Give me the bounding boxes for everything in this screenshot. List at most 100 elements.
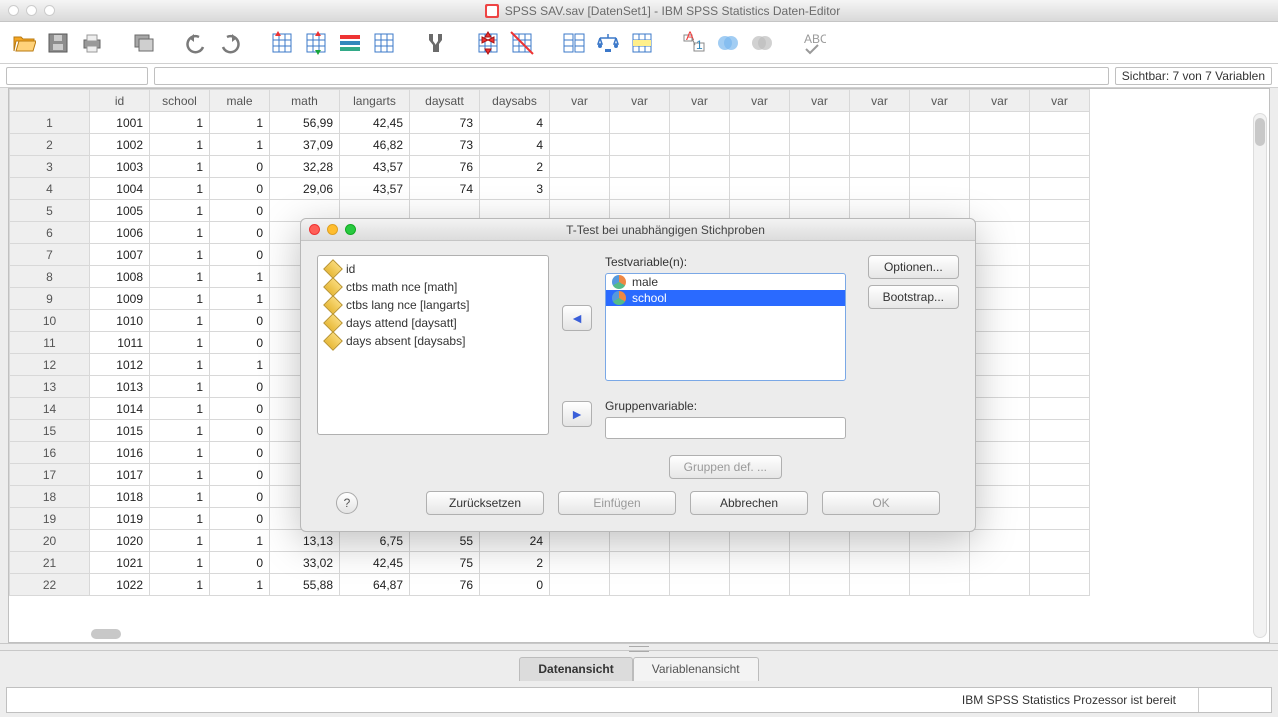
data-cell[interactable]: 0: [210, 178, 270, 200]
data-cell[interactable]: 46,82: [340, 134, 410, 156]
insert-case-button[interactable]: [474, 29, 502, 57]
test-variable-list[interactable]: maleschool: [605, 273, 846, 381]
data-cell[interactable]: 1: [150, 178, 210, 200]
data-cell[interactable]: 2: [480, 552, 550, 574]
data-cell[interactable]: [730, 156, 790, 178]
data-cell[interactable]: [1030, 288, 1090, 310]
data-cell[interactable]: 1: [150, 332, 210, 354]
data-cell[interactable]: [730, 530, 790, 552]
undo-button[interactable]: [182, 29, 210, 57]
row-header[interactable]: 10: [10, 310, 90, 332]
data-cell[interactable]: 1: [150, 310, 210, 332]
data-cell[interactable]: [970, 530, 1030, 552]
row-header[interactable]: 21: [10, 552, 90, 574]
data-cell[interactable]: 1: [150, 442, 210, 464]
column-header[interactable]: var: [610, 90, 670, 112]
data-cell[interactable]: [610, 112, 670, 134]
row-header[interactable]: 2: [10, 134, 90, 156]
horizontal-scrollbar[interactable]: [91, 628, 1249, 640]
data-cell[interactable]: [910, 134, 970, 156]
data-cell[interactable]: [610, 156, 670, 178]
data-cell[interactable]: [730, 574, 790, 596]
data-cell[interactable]: [1030, 134, 1090, 156]
data-cell[interactable]: [850, 552, 910, 574]
tab-variable-view[interactable]: Variablenansicht: [633, 657, 759, 681]
data-cell[interactable]: 33,02: [270, 552, 340, 574]
row-header[interactable]: 17: [10, 464, 90, 486]
data-cell[interactable]: [1030, 112, 1090, 134]
data-cell[interactable]: 76: [410, 156, 480, 178]
data-cell[interactable]: [550, 552, 610, 574]
data-cell[interactable]: 42,45: [340, 552, 410, 574]
row-header[interactable]: 20: [10, 530, 90, 552]
data-cell[interactable]: 0: [210, 156, 270, 178]
source-variable-item[interactable]: id: [320, 260, 546, 278]
row-header[interactable]: 8: [10, 266, 90, 288]
data-cell[interactable]: [970, 442, 1030, 464]
row-header[interactable]: 9: [10, 288, 90, 310]
data-cell[interactable]: [550, 530, 610, 552]
data-cell[interactable]: 1: [210, 134, 270, 156]
data-cell[interactable]: 1014: [90, 398, 150, 420]
column-header[interactable]: var: [850, 90, 910, 112]
row-header[interactable]: 11: [10, 332, 90, 354]
data-cell[interactable]: [730, 178, 790, 200]
column-header[interactable]: var: [730, 90, 790, 112]
data-cell[interactable]: [850, 574, 910, 596]
data-cell[interactable]: 0: [480, 574, 550, 596]
data-cell[interactable]: 0: [210, 398, 270, 420]
data-cell[interactable]: [1030, 552, 1090, 574]
data-cell[interactable]: [610, 178, 670, 200]
data-cell[interactable]: [910, 112, 970, 134]
data-cell[interactable]: 73: [410, 134, 480, 156]
row-header[interactable]: 4: [10, 178, 90, 200]
data-cell[interactable]: [1030, 530, 1090, 552]
run-descriptives-button[interactable]: [370, 29, 398, 57]
data-cell[interactable]: [670, 552, 730, 574]
weight-cases-button[interactable]: [594, 29, 622, 57]
data-cell[interactable]: [610, 530, 670, 552]
data-cell[interactable]: 43,57: [340, 156, 410, 178]
data-cell[interactable]: [970, 266, 1030, 288]
data-cell[interactable]: [790, 178, 850, 200]
redo-button[interactable]: [216, 29, 244, 57]
bootstrap-button[interactable]: Bootstrap...: [868, 285, 959, 309]
data-cell[interactable]: [970, 552, 1030, 574]
column-header[interactable]: var: [1030, 90, 1090, 112]
data-cell[interactable]: 1013: [90, 376, 150, 398]
reset-button[interactable]: Zurücksetzen: [426, 491, 544, 515]
data-cell[interactable]: 1: [150, 464, 210, 486]
data-cell[interactable]: 0: [210, 486, 270, 508]
data-cell[interactable]: 1016: [90, 442, 150, 464]
data-cell[interactable]: 13,13: [270, 530, 340, 552]
data-cell[interactable]: [970, 134, 1030, 156]
data-cell[interactable]: 1: [150, 376, 210, 398]
source-variable-item[interactable]: ctbs lang nce [langarts]: [320, 296, 546, 314]
data-cell[interactable]: [1030, 398, 1090, 420]
row-header[interactable]: 22: [10, 574, 90, 596]
data-cell[interactable]: [970, 112, 1030, 134]
data-cell[interactable]: 1008: [90, 266, 150, 288]
data-cell[interactable]: 0: [210, 420, 270, 442]
data-cell[interactable]: 1: [150, 398, 210, 420]
data-cell[interactable]: 1007: [90, 244, 150, 266]
dialog-minimize-icon[interactable]: [327, 224, 338, 235]
insert-variable-button[interactable]: [508, 29, 536, 57]
data-cell[interactable]: 1003: [90, 156, 150, 178]
data-cell[interactable]: [1030, 244, 1090, 266]
zoom-icon[interactable]: [44, 5, 55, 16]
data-cell[interactable]: [1030, 574, 1090, 596]
data-cell[interactable]: [730, 134, 790, 156]
data-cell[interactable]: 1: [150, 420, 210, 442]
data-cell[interactable]: [610, 134, 670, 156]
column-header[interactable]: id: [90, 90, 150, 112]
row-header[interactable]: 12: [10, 354, 90, 376]
data-cell[interactable]: [610, 552, 670, 574]
data-cell[interactable]: 1: [150, 200, 210, 222]
data-cell[interactable]: 1: [210, 354, 270, 376]
data-cell[interactable]: [550, 574, 610, 596]
data-cell[interactable]: [790, 112, 850, 134]
data-cell[interactable]: [910, 178, 970, 200]
data-cell[interactable]: 1: [150, 266, 210, 288]
data-cell[interactable]: 1: [150, 112, 210, 134]
